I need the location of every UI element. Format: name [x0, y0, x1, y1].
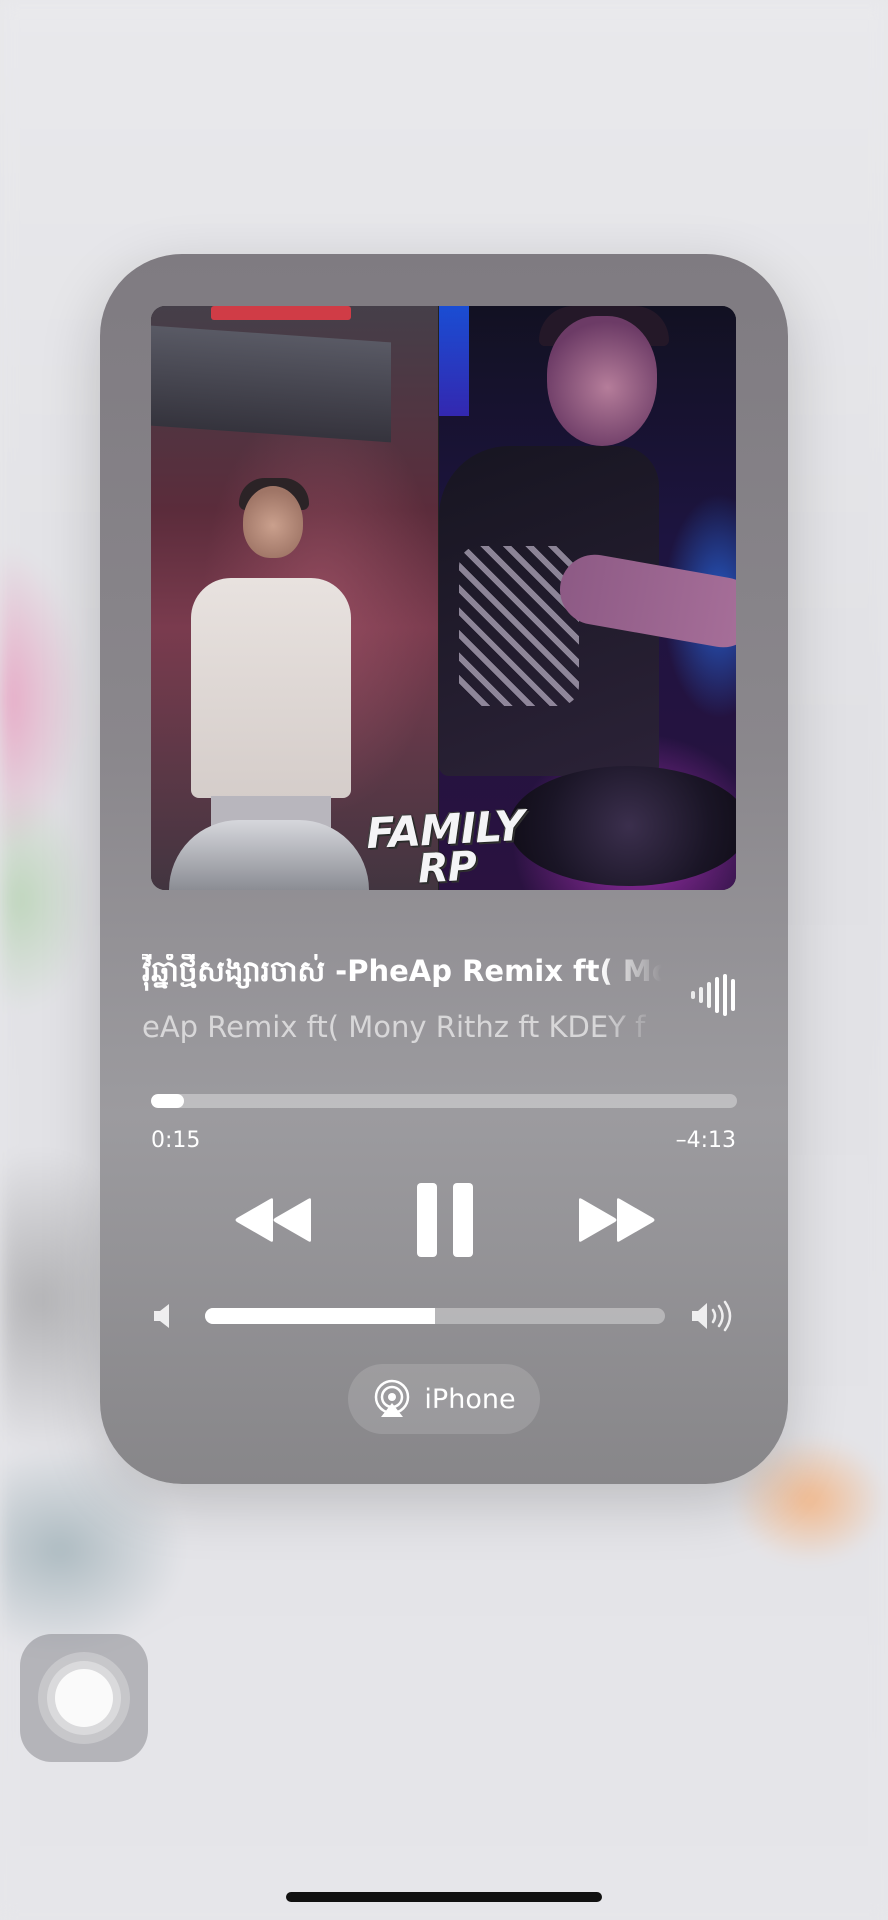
album-artwork: FAMILY RP: [151, 306, 736, 890]
remaining-time: –4:13: [675, 1128, 736, 1153]
airplay-output-button[interactable]: iPhone: [348, 1364, 540, 1434]
output-device-label: iPhone: [424, 1383, 516, 1415]
home-indicator[interactable]: [286, 1892, 602, 1902]
assistive-touch-button[interactable]: [20, 1634, 148, 1762]
volume-slider[interactable]: [205, 1308, 665, 1324]
artwork-left-photo: [151, 306, 438, 890]
track-artist: eAp Remix ft( Mony Rithz ft KDEY f: [142, 1010, 646, 1044]
track-title: វ៉ីឆ្នាំថ្មីសង្សារចាស់ -PheAp Remix ft( …: [142, 954, 662, 988]
fast-forward-icon: [579, 1198, 655, 1242]
volume-low-icon: [154, 1304, 169, 1328]
rewind-button[interactable]: [218, 1170, 328, 1270]
artwork-logo: FAMILY RP: [344, 801, 548, 890]
airplay-icon: [375, 1379, 410, 1417]
elapsed-time: 0:15: [151, 1128, 201, 1153]
now-playing-card: FAMILY RP វ៉ីឆ្នាំថ្មីសង្សារចាស់ -PheAp …: [100, 254, 788, 1484]
waveform-icon: [691, 974, 735, 1016]
playback-scrubber[interactable]: [151, 1094, 737, 1108]
fast-forward-button[interactable]: [562, 1170, 672, 1270]
rewind-icon: [235, 1198, 311, 1242]
pause-icon: [417, 1183, 473, 1257]
playback-progress: [151, 1094, 185, 1108]
volume-level: [205, 1308, 435, 1324]
volume-high-icon: [692, 1300, 732, 1332]
pause-button[interactable]: [390, 1170, 500, 1270]
